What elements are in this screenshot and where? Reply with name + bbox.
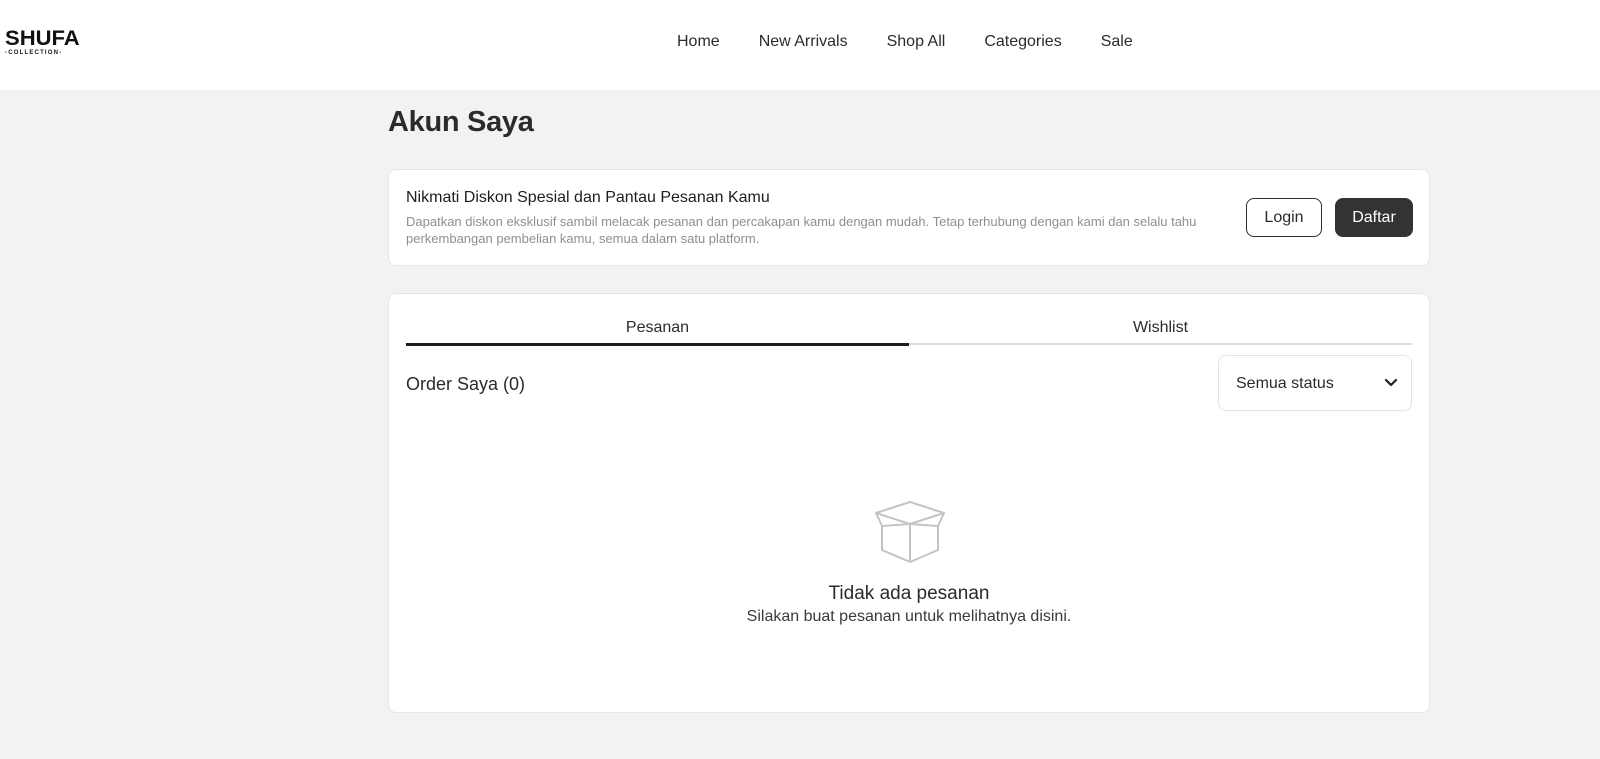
nav-categories[interactable]: Categories xyxy=(984,31,1061,53)
tab-pesanan[interactable]: Pesanan xyxy=(406,318,909,338)
login-button[interactable]: Login xyxy=(1246,198,1322,237)
nav-shop-all[interactable]: Shop All xyxy=(887,31,946,53)
empty-state-title: Tidak ada pesanan xyxy=(828,583,990,604)
box-icon xyxy=(875,501,945,563)
promo-title: Nikmati Diskon Spesial dan Pantau Pesana… xyxy=(406,189,770,206)
register-button[interactable]: Daftar xyxy=(1335,198,1413,237)
promo-description: Dapatkan diskon eksklusif sambil melacak… xyxy=(406,214,1197,246)
nav-new-arrivals[interactable]: New Arrivals xyxy=(759,31,848,53)
site-header: SHUFA -COLLECTION- Home New Arrivals Sho… xyxy=(0,0,1600,90)
tab-wishlist[interactable]: Wishlist xyxy=(909,318,1412,338)
status-filter-select[interactable]: Semua status xyxy=(1218,355,1412,411)
tab-active-indicator xyxy=(406,343,909,346)
shufa-logo[interactable]: SHUFA -COLLECTION- xyxy=(5,28,80,58)
empty-state-subtitle: Silakan buat pesanan untuk melihatnya di… xyxy=(746,608,1072,625)
orders-heading: Order Saya (0) xyxy=(406,374,526,394)
main-nav: Home New Arrivals Shop All Categories Sa… xyxy=(677,31,1133,53)
orders-card: Pesanan Wishlist Order Saya (0) Semua st… xyxy=(388,293,1430,713)
nav-sale[interactable]: Sale xyxy=(1101,31,1133,53)
status-filter-value: Semua status xyxy=(1236,375,1334,392)
chevron-down-icon xyxy=(1384,378,1398,387)
logo-subtitle: -COLLECTION- xyxy=(5,50,63,56)
orders-tabs: Pesanan Wishlist xyxy=(406,318,1412,340)
logo-wordmark: SHUFA xyxy=(5,27,80,50)
promo-card: Nikmati Diskon Spesial dan Pantau Pesana… xyxy=(388,169,1430,266)
page-title: Akun Saya xyxy=(388,106,534,138)
nav-home[interactable]: Home xyxy=(677,31,720,53)
